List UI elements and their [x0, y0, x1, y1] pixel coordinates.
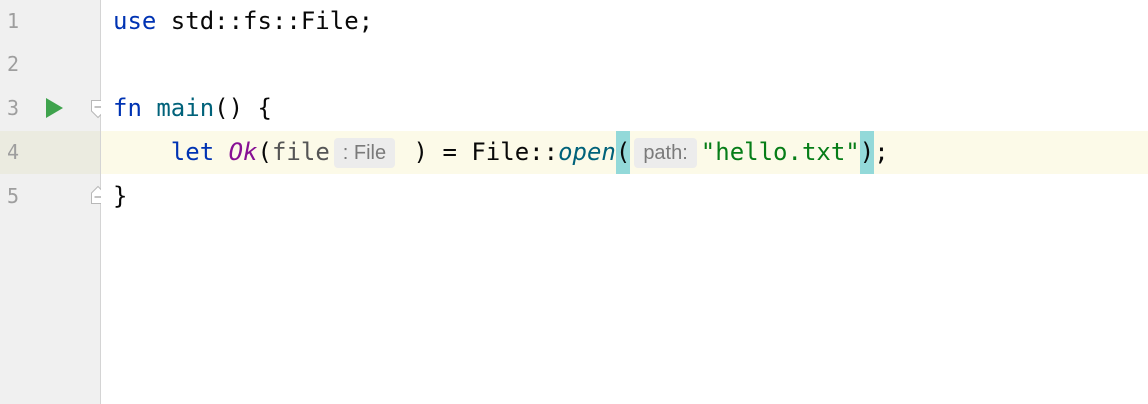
use-path: std::fs::File; [156, 7, 374, 35]
keyword-use: use [113, 7, 157, 35]
fn-signature: () { [214, 94, 272, 122]
function-name: main [156, 94, 215, 122]
editor-gutter[interactable]: 1 2 3 4 5 [0, 0, 105, 404]
keyword-fn: fn [113, 94, 142, 122]
run-icon[interactable] [44, 97, 64, 119]
string-literal: "hello.txt" [700, 138, 860, 166]
parameter-inlay-hint: path: [634, 137, 697, 168]
assignment: ) = File:: [399, 138, 559, 166]
closing-brace: } [113, 182, 128, 210]
keyword-let: let [170, 138, 215, 166]
matched-paren-close: ) [859, 131, 875, 174]
code-line-4[interactable]: let Ok(file: File ) = File:: open(path: "h… [113, 131, 889, 174]
paren-open: ( [257, 138, 272, 166]
line-number-4: 4 [7, 140, 20, 164]
line-number-1: 1 [7, 9, 20, 33]
code-line-5[interactable]: } [113, 175, 127, 218]
line-number-5: 5 [7, 184, 20, 208]
code-editor[interactable]: use std::fs::File; fn main() { let Ok(fi… [101, 0, 1148, 404]
code-line-3[interactable]: fn main() { [113, 87, 272, 130]
method-open: open [558, 138, 616, 166]
line-number-3: 3 [7, 96, 20, 120]
variable-file: file [271, 138, 330, 166]
enum-variant-ok: Ok [228, 138, 258, 166]
line-number-2: 2 [7, 52, 20, 76]
type-inlay-hint: : File [333, 137, 396, 168]
code-line-1[interactable]: use std::fs::File; [113, 0, 373, 43]
matched-paren-open: ( [615, 131, 631, 174]
semicolon: ; [874, 138, 889, 166]
